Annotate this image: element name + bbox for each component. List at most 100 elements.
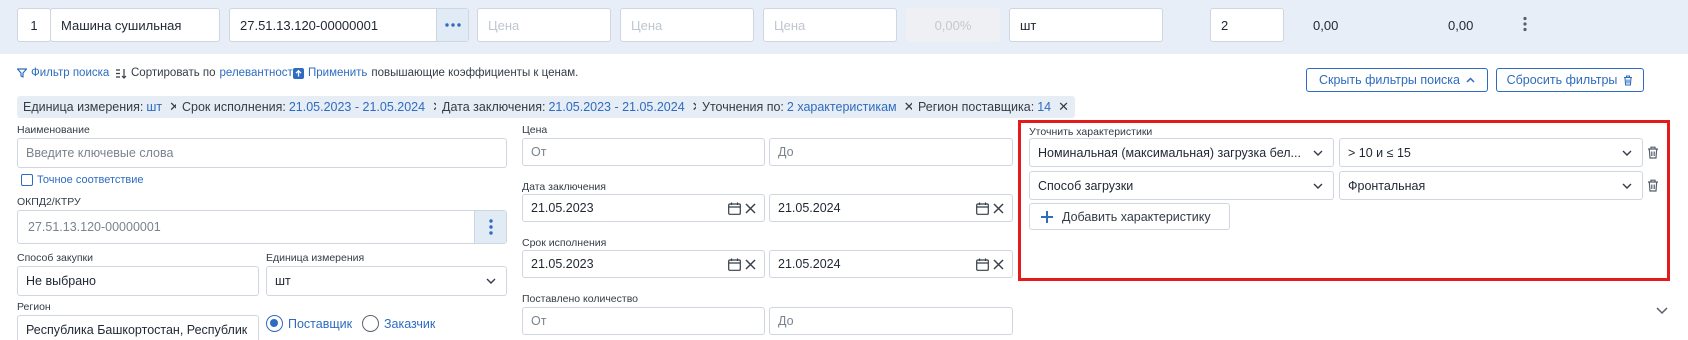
- price-field-1[interactable]: Цена: [477, 8, 611, 42]
- percent-field: 0,00%: [906, 8, 1000, 42]
- more-vertical-icon[interactable]: [1521, 16, 1529, 32]
- search-filter-label: Фильтр поиска: [31, 67, 110, 79]
- contract-date-from-value: 21.05.2023: [531, 201, 594, 215]
- sort-prefix: Сортировать по: [131, 67, 216, 79]
- supplier-radio[interactable]: [266, 315, 283, 332]
- chip-value: 2 характеристикам: [786, 100, 897, 114]
- customer-radio-label[interactable]: Заказчик: [384, 317, 435, 331]
- characteristic-name-value: Способ загрузки: [1038, 178, 1134, 193]
- clear-icon[interactable]: [993, 203, 1004, 214]
- chevron-down-icon: [486, 278, 496, 284]
- okpd-field[interactable]: 27.51.13.120-00000001: [17, 210, 507, 244]
- code-menu-button[interactable]: [436, 9, 468, 41]
- clear-icon[interactable]: [745, 259, 756, 270]
- chip-label: Срок исполнения:: [182, 100, 286, 114]
- price-field-2[interactable]: Цена: [620, 8, 754, 42]
- unit-field[interactable]: шт: [1009, 8, 1163, 42]
- item-name-field[interactable]: Машина сушильная: [50, 8, 220, 42]
- sum-value-1: 0,00: [1313, 18, 1339, 33]
- unit-select-value: шт: [275, 274, 291, 288]
- trash-icon[interactable]: [1647, 179, 1659, 192]
- filter-chip-characteristics[interactable]: Уточнения по: 2 характеристикам ✕: [696, 96, 921, 118]
- sort-value: релевантности: [219, 67, 300, 79]
- chip-label: Уточнения по:: [702, 100, 784, 114]
- delivered-qty-to[interactable]: До: [769, 307, 1013, 335]
- chip-label: Регион поставщика:: [918, 100, 1035, 114]
- price-field-3[interactable]: Цена: [763, 8, 897, 42]
- region-label: Регион: [17, 301, 51, 313]
- chevron-down-icon: [1622, 150, 1632, 156]
- name-input[interactable]: Введите ключевые слова: [17, 138, 507, 168]
- quantity-field[interactable]: 2: [1210, 8, 1284, 42]
- exec-term-label: Срок исполнения: [522, 237, 607, 249]
- chevron-down-icon: [1313, 150, 1323, 156]
- unit-select[interactable]: шт: [266, 266, 507, 296]
- purchase-method-label: Способ закупки: [17, 252, 94, 264]
- item-row: 1 Машина сушильная 27.51.13.120-00000001…: [0, 0, 1688, 54]
- chevron-down-icon[interactable]: [1656, 307, 1668, 315]
- item-number: 1: [17, 8, 51, 42]
- more-vertical-icon: [488, 219, 493, 235]
- okpd-label: ОКПД2/КТРУ: [17, 196, 81, 208]
- characteristic-value: > 10 и ≤ 15: [1348, 145, 1411, 160]
- sort-icon: [116, 68, 127, 79]
- name-label: Наименование: [17, 124, 90, 136]
- price-from-input[interactable]: От: [522, 138, 765, 166]
- hide-filters-button[interactable]: Скрыть фильтры поиска: [1306, 68, 1488, 92]
- customer-radio[interactable]: [362, 315, 379, 332]
- purchase-method-select[interactable]: Не выбрано: [17, 266, 259, 296]
- sort-control[interactable]: Сортировать по релевантности: [115, 67, 299, 79]
- price-to-input[interactable]: До: [769, 138, 1013, 166]
- apply-coefficients[interactable]: Применить повышающие коэффициенты к цена…: [293, 67, 578, 79]
- okpd-menu-button[interactable]: [474, 211, 506, 243]
- chip-label: Дата заключения:: [442, 100, 546, 114]
- item-code-field[interactable]: 27.51.13.120-00000001: [229, 8, 469, 42]
- region-field[interactable]: Республика Башкортостан, Республик: [17, 315, 259, 340]
- characteristics-label: Уточнить характеристики: [1029, 126, 1153, 138]
- trash-icon[interactable]: [1647, 146, 1659, 159]
- unit-label: Единица измерения: [266, 252, 365, 264]
- item-code-value: 27.51.13.120-00000001: [240, 17, 379, 33]
- calendar-icon[interactable]: [728, 258, 741, 271]
- exec-term-from[interactable]: 21.05.2023: [522, 250, 765, 278]
- contract-date-to[interactable]: 21.05.2024: [769, 194, 1013, 222]
- calendar-icon[interactable]: [976, 202, 989, 215]
- search-filter-link[interactable]: Фильтр поиска: [17, 67, 109, 79]
- sum-value-2: 0,00: [1448, 18, 1474, 33]
- contract-date-from[interactable]: 21.05.2023: [522, 194, 765, 222]
- filter-chip-exec-term[interactable]: Срок исполнения: 21.05.2023 - 21.05.2024…: [176, 96, 449, 118]
- characteristic-name-value: Номинальная (максимальная) загрузка бел.…: [1038, 145, 1301, 160]
- exec-term-to-value: 21.05.2024: [778, 257, 841, 271]
- okpd-value: 27.51.13.120-00000001: [28, 220, 161, 234]
- clear-icon[interactable]: [745, 203, 756, 214]
- chevron-down-icon: [1622, 183, 1632, 189]
- hide-filters-label: Скрыть фильтры поиска: [1318, 73, 1461, 87]
- apply-suffix: повышающие коэффициенты к ценам.: [371, 67, 579, 79]
- delivered-qty-label: Поставлено количество: [522, 293, 639, 305]
- apply-label: Применить: [308, 67, 368, 79]
- price-label: Цена: [522, 124, 548, 136]
- delivered-qty-from[interactable]: От: [522, 307, 765, 335]
- supplier-radio-label[interactable]: Поставщик: [288, 317, 352, 331]
- contract-date-to-value: 21.05.2024: [778, 201, 841, 215]
- calendar-icon[interactable]: [728, 202, 741, 215]
- calendar-icon[interactable]: [976, 258, 989, 271]
- characteristic-value-select[interactable]: > 10 и ≤ 15: [1339, 138, 1643, 167]
- add-characteristic-button[interactable]: Добавить характеристику: [1029, 203, 1230, 230]
- exact-match-checkbox[interactable]: [21, 174, 33, 186]
- characteristic-name-select[interactable]: Номинальная (максимальная) загрузка бел.…: [1029, 138, 1334, 167]
- chip-value: 21.05.2023 - 21.05.2024: [288, 100, 426, 114]
- filter-icon: [17, 68, 27, 78]
- filter-chip-contract-date[interactable]: Дата заключения: 21.05.2023 - 21.05.2024…: [436, 96, 709, 118]
- exact-match-label[interactable]: Точное соответствие: [37, 174, 144, 186]
- filter-chip-unit[interactable]: Единица измерения: шт ✕: [17, 96, 187, 118]
- reset-filters-label: Сбросить фильтры: [1506, 73, 1618, 87]
- reset-filters-button[interactable]: Сбросить фильтры: [1496, 68, 1644, 92]
- characteristic-name-select[interactable]: Способ загрузки: [1029, 171, 1334, 200]
- plus-icon: [1041, 210, 1053, 223]
- clear-icon[interactable]: [993, 259, 1004, 270]
- close-icon[interactable]: ✕: [1058, 99, 1069, 115]
- characteristic-value-select[interactable]: Фронтальная: [1339, 171, 1643, 200]
- exec-term-to[interactable]: 21.05.2024: [769, 250, 1013, 278]
- filter-chip-supplier-region[interactable]: Регион поставщика: 14 ✕: [912, 96, 1076, 118]
